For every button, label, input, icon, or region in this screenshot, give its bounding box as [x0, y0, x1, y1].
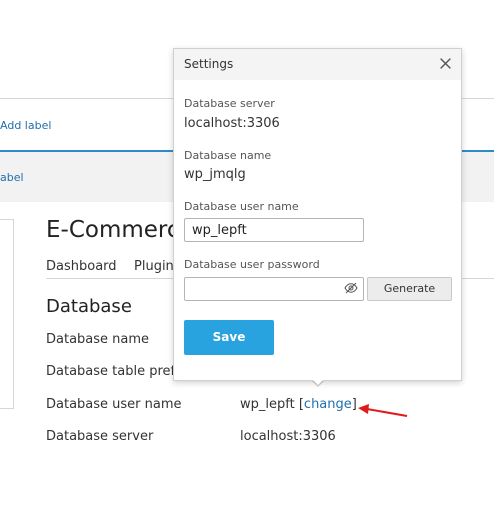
dialog-header: Settings — [174, 49, 461, 80]
label-row-link[interactable]: abel — [0, 171, 24, 184]
db-password-input[interactable] — [184, 277, 364, 301]
db-name-label: Database name — [184, 149, 272, 162]
add-label-link[interactable]: Add label — [0, 119, 51, 132]
row-label-db-name: Database name — [46, 332, 150, 347]
db-user-input[interactable] — [184, 218, 364, 242]
dialog-pointer-inner — [311, 378, 325, 385]
db-server-value: localhost:3306 — [184, 116, 280, 131]
row-value-db-server: localhost:3306 — [240, 429, 336, 444]
section-heading: Database — [46, 296, 132, 317]
close-icon[interactable] — [439, 57, 452, 70]
site-title: E-Commerce — [46, 217, 194, 243]
db-server-label: Database server — [184, 97, 275, 110]
dialog-title: Settings — [184, 57, 234, 71]
db-password-label: Database user password — [184, 258, 320, 271]
row-label-table-prefix: Database table prefix — [46, 364, 187, 379]
settings-dialog: Settings Database server localhost:3306 … — [173, 48, 462, 381]
tab-plugins[interactable]: Plugin — [134, 259, 174, 274]
tab-dashboard[interactable]: Dashboard — [46, 259, 117, 274]
change-link[interactable]: change — [304, 397, 352, 412]
eye-slash-icon[interactable] — [344, 282, 358, 294]
save-button[interactable]: Save — [184, 320, 274, 355]
db-password-field — [184, 277, 364, 301]
annotation-arrow — [358, 404, 408, 417]
left-panel — [0, 219, 14, 409]
db-name-value: wp_jmqlg — [184, 167, 246, 182]
generate-button[interactable]: Generate — [367, 277, 452, 301]
row-value-db-user: wp_lepft [change] — [240, 397, 357, 412]
row-label-db-server: Database server — [46, 429, 154, 444]
db-user-value: wp_lepft — [240, 397, 295, 412]
db-user-label: Database user name — [184, 200, 299, 213]
row-label-db-user: Database user name — [46, 397, 182, 412]
